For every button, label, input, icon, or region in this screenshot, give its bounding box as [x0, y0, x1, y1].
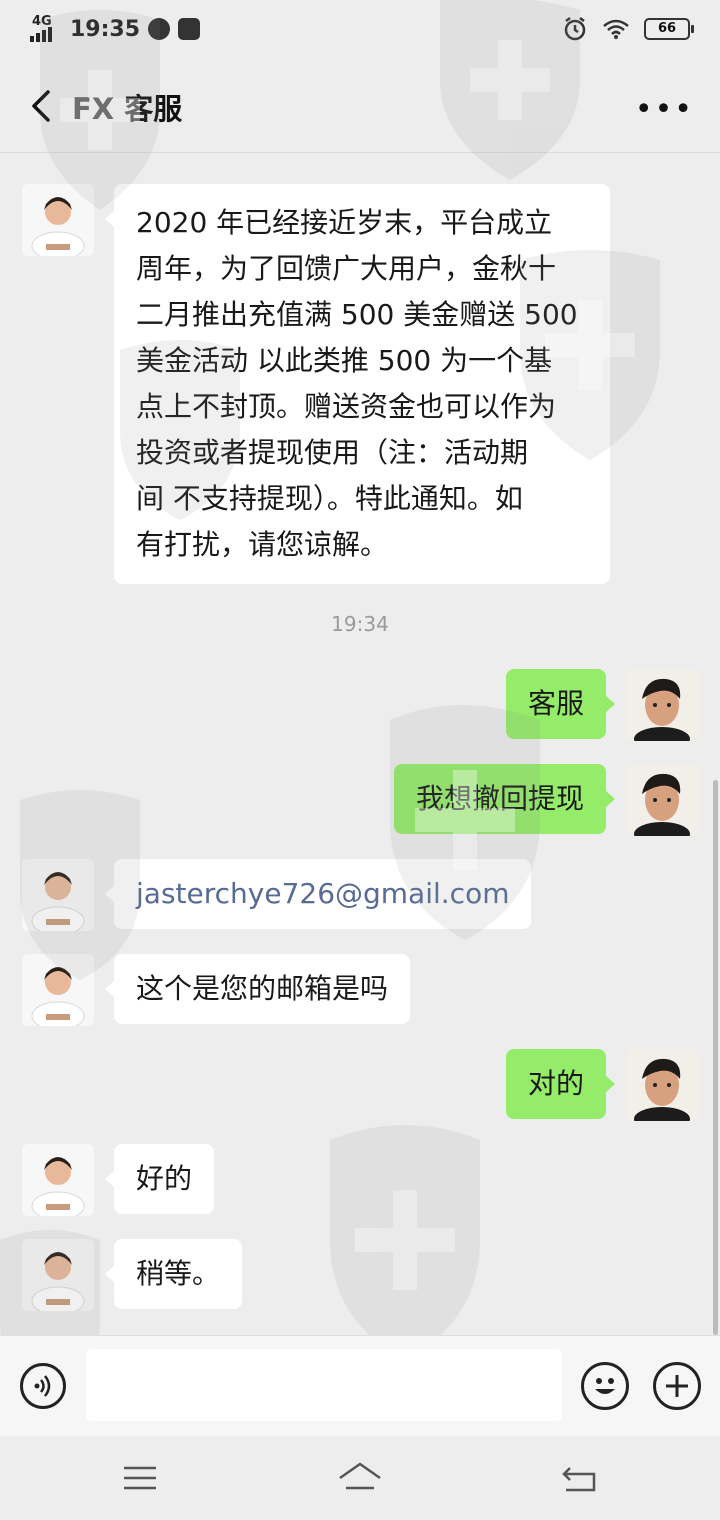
message-bubble-7[interactable]: 好的	[104, 1144, 215, 1214]
message-line: 二月推出充值满 500 美金赠送 500	[136, 298, 578, 331]
my-avatar[interactable]	[626, 1049, 698, 1121]
agent-avatar[interactable]	[22, 184, 94, 256]
agent-avatar[interactable]	[22, 1239, 94, 1311]
menu-icon[interactable]	[122, 1464, 158, 1492]
message-input-bar	[0, 1335, 720, 1436]
battery-level: 66	[657, 21, 677, 36]
message-line: 投资或者提现使用（注：活动期	[136, 436, 529, 469]
message-bubble-4[interactable]: jasterchye726@gmail.com	[104, 859, 532, 929]
chat-title: FX 客服	[72, 92, 183, 126]
message-line: 间 不支持提现）。特此通知。如	[136, 482, 523, 515]
message-line: 美金活动 以此类推 500 为一个基	[136, 344, 553, 377]
message-text: 对的	[527, 1067, 584, 1100]
message-bubble-6[interactable]: 对的	[505, 1049, 616, 1119]
wifi-icon	[603, 19, 629, 39]
message-line: 周年，为了回馈广大用户，金秋十	[136, 252, 557, 285]
my-avatar[interactable]	[626, 669, 698, 741]
alarm-icon	[564, 17, 586, 41]
message-text: 客服	[527, 687, 584, 720]
message-input[interactable]	[86, 1349, 562, 1421]
more-dots-icon[interactable]: •••	[635, 92, 694, 127]
clock-icon	[148, 18, 171, 40]
system-navigation-bar	[0, 1436, 720, 1520]
message-line: 有打扰，请您谅解。	[136, 528, 389, 561]
chat-messages[interactable]: 2020 年已经接近岁末，平台成立 周年，为了回馈广大用户，金秋十 二月推出充值…	[0, 153, 720, 1335]
battery-icon: 66	[644, 18, 694, 40]
status-bar: 4G 19:35 66	[0, 0, 720, 62]
back-icon[interactable]	[560, 1462, 598, 1494]
message-text: 稍等。	[136, 1257, 221, 1290]
agent-avatar[interactable]	[22, 1144, 94, 1216]
my-avatar[interactable]	[626, 764, 698, 836]
email-link[interactable]: jasterchye726@gmail.com	[136, 877, 509, 910]
chevron-left-icon[interactable]	[22, 86, 62, 126]
message-text: 这个是您的邮箱是吗	[136, 972, 389, 1005]
message-bubble-2[interactable]: 客服	[505, 669, 616, 739]
message-line: 2020 年已经接近岁末，平台成立	[136, 206, 553, 239]
message-line: 点上不封顶。赠送资金也可以作为	[136, 390, 557, 423]
agent-avatar[interactable]	[22, 954, 94, 1026]
message-text: 好的	[136, 1162, 193, 1195]
message-text: 我想撤回提现	[415, 782, 584, 815]
message-timestamp: 19:34	[331, 612, 389, 636]
agent-avatar[interactable]	[22, 859, 94, 931]
voice-icon[interactable]	[20, 1363, 66, 1409]
emoji-icon[interactable]	[581, 1362, 629, 1410]
signal-icon: 4G	[30, 14, 62, 44]
home-icon[interactable]	[336, 1460, 384, 1494]
status-time: 19:35	[70, 16, 141, 42]
message-bubble-3[interactable]: 我想撤回提现	[393, 764, 616, 834]
chat-header: FX 客服 •••	[0, 62, 720, 153]
chat-scrollbar[interactable]	[713, 780, 718, 1335]
message-bubble-1[interactable]: 2020 年已经接近岁末，平台成立 周年，为了回馈广大用户，金秋十 二月推出充值…	[105, 184, 610, 584]
message-bubble-8[interactable]: 稍等。	[104, 1239, 243, 1309]
mic-icon	[178, 18, 201, 40]
message-bubble-5[interactable]: 这个是您的邮箱是吗	[104, 954, 411, 1024]
plus-icon[interactable]	[653, 1362, 701, 1410]
